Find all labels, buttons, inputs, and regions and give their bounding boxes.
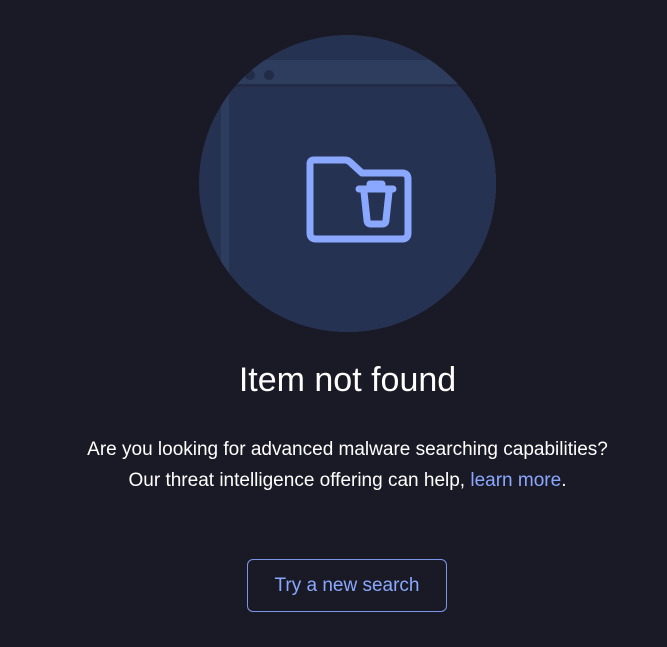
window-dot-icon — [245, 70, 255, 80]
message-line-1: Are you looking for advanced malware sea… — [87, 439, 608, 460]
message-line-2: Our threat intelligence offering can hel… — [0, 465, 667, 496]
page-title: Item not found — [238, 361, 457, 399]
message-line-2-suffix: . — [561, 470, 567, 491]
empty-state-illustration — [199, 35, 496, 332]
empty-state-page: Item not found Are you looking for advan… — [0, 0, 667, 647]
message-line-2-text: Our threat intelligence offering can hel… — [128, 470, 466, 491]
empty-state-message: Are you looking for advanced malware sea… — [0, 434, 667, 496]
learn-more-link[interactable]: learn more — [470, 470, 561, 491]
window-dot-icon — [264, 70, 274, 80]
browser-window-shape — [221, 60, 496, 332]
try-new-search-button[interactable]: Try a new search — [247, 559, 447, 612]
